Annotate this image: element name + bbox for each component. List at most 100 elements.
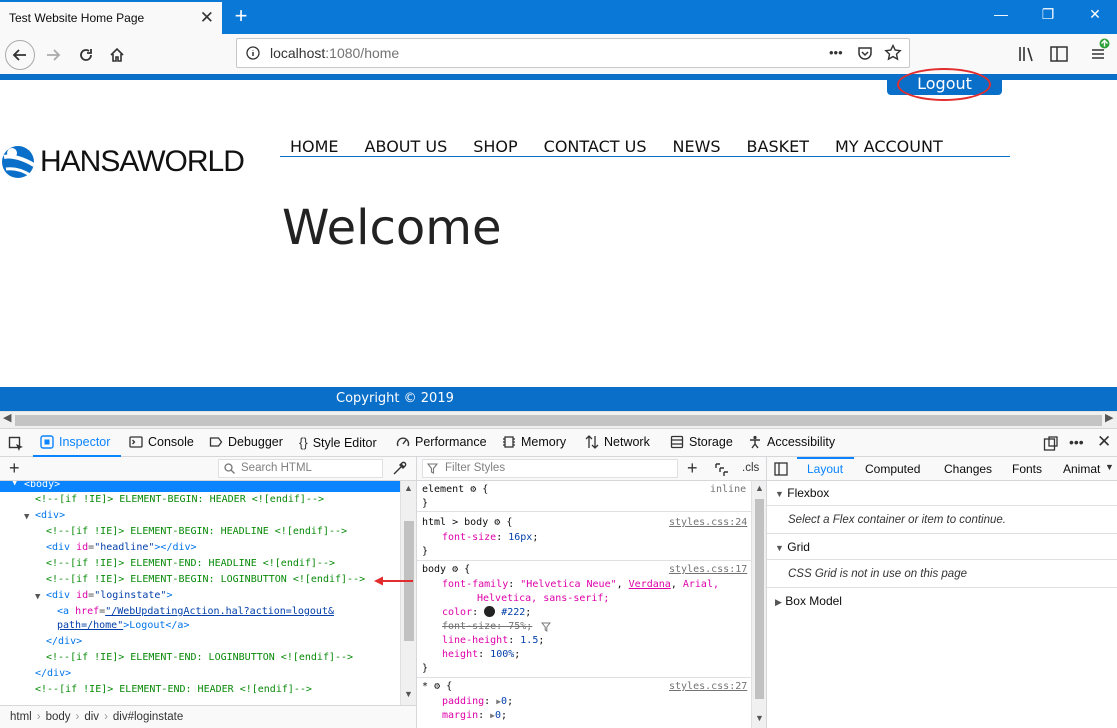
collapse-triangle-icon[interactable]: ▼ [35, 592, 40, 602]
more-tabs-icon[interactable]: ▼ [1105, 462, 1114, 472]
forward-button[interactable] [38, 40, 68, 70]
menu-item-news[interactable]: NEWS [672, 137, 720, 156]
property-name[interactable]: margin [442, 710, 478, 721]
minimize-button[interactable]: — [986, 6, 1016, 22]
rules-scrollbar[interactable]: ▲ ▼ [751, 481, 766, 728]
url-bar[interactable]: localhost:1080/home ••• [236, 38, 910, 68]
property-value[interactable]: 0 [501, 696, 507, 707]
tab-console[interactable]: Console [129, 435, 194, 449]
markup-line[interactable]: path=/home">Logout</a> [57, 618, 189, 634]
menu-item-basket[interactable]: BASKET [747, 137, 809, 156]
tab-memory[interactable]: Memory [502, 435, 566, 449]
breadcrumb-item[interactable]: body [46, 711, 71, 723]
property-name[interactable]: font-size [442, 532, 496, 543]
gear-icon[interactable]: ⚙ [452, 564, 458, 575]
scroll-down-icon[interactable]: ▼ [755, 713, 764, 723]
scroll-up-icon[interactable]: ▲ [404, 483, 413, 493]
markup-line[interactable]: <!--[if !IE]> ELEMENT-BEGIN: HEADER <![e… [35, 492, 324, 508]
rule-source-link[interactable]: styles.css:24 [669, 516, 747, 530]
font-value-link[interactable]: Verdana [629, 579, 671, 590]
markup-line[interactable]: <!--[if !IE]> ELEMENT-BEGIN: LOGINBUTTON… [46, 572, 365, 588]
property-value[interactable]: Arial, [683, 579, 719, 590]
rule-selector[interactable]: element ⚙ { [422, 483, 488, 497]
markup-line[interactable]: </div> [35, 666, 71, 682]
rule-declaration[interactable]: padding: ▶0; [442, 695, 513, 709]
grid-header[interactable]: ▼ Grid [767, 535, 1117, 560]
markup-line[interactable]: <!--[if !IE]> ELEMENT-END: HEADER <![end… [35, 682, 312, 698]
property-name[interactable]: line-height [442, 635, 508, 646]
property-value[interactable]: "Helvetica Neue" [520, 579, 616, 590]
property-value[interactable]: Helvetica, sans-serif; [477, 592, 609, 606]
property-value[interactable]: #222 [501, 607, 525, 618]
property-value[interactable]: 1.5 [520, 635, 538, 646]
property-value[interactable]: 16px [508, 532, 532, 543]
restore-button[interactable]: ❐ [1033, 6, 1063, 23]
pocket-icon[interactable] [857, 45, 873, 61]
dock-toggle-icon[interactable] [1043, 436, 1059, 452]
rule-selector[interactable]: body ⚙ { [422, 563, 470, 577]
info-icon[interactable] [246, 46, 260, 60]
rule-selector[interactable]: html > body ⚙ { [422, 516, 512, 530]
sidebar-icon[interactable] [1050, 46, 1068, 62]
collapse-triangle-icon[interactable]: ▼ [12, 481, 17, 488]
tab-network[interactable]: Network [585, 435, 650, 449]
menu-item-shop[interactable]: SHOP [473, 137, 517, 156]
browser-tab[interactable]: Test Website Home Page ✕ [0, 2, 222, 34]
bookmark-star-icon[interactable] [884, 44, 902, 62]
property-name[interactable]: color [442, 607, 472, 618]
toggle-3pane-icon[interactable] [774, 462, 788, 476]
markup-line[interactable]: <div id="loginstate"> [46, 588, 172, 604]
rule-declaration[interactable]: font-size: 16px; [442, 531, 538, 545]
gear-icon[interactable]: ⚙ [494, 517, 500, 528]
window-close-button[interactable]: ✕ [1080, 6, 1110, 23]
box-model-header[interactable]: ▶ Box Model [767, 589, 1117, 614]
element-picker-icon[interactable] [8, 436, 24, 452]
filter-styles-input[interactable]: Filter Styles [422, 459, 678, 478]
new-tab-button[interactable]: + [228, 3, 254, 29]
markup-line[interactable]: <!--[if !IE]> ELEMENT-END: HEADLINE <![e… [46, 556, 335, 572]
page-actions-icon[interactable]: ••• [829, 45, 843, 60]
markup-line[interactable]: </div> [46, 634, 82, 650]
breadcrumb-item[interactable]: div#loginstate [113, 711, 183, 723]
tab-animations[interactable]: Animat [1063, 462, 1100, 476]
devtools-menu-icon[interactable]: ••• [1069, 434, 1084, 450]
selected-node-row[interactable]: ▼ <body> [0, 481, 400, 492]
filter-overridden-icon[interactable] [541, 622, 551, 632]
add-rule-icon[interactable]: + [687, 458, 698, 479]
horizontal-scrollbar[interactable]: ◀ ▶ [0, 411, 1117, 428]
tab-accessibility[interactable]: Accessibility [748, 435, 835, 449]
collapse-triangle-icon[interactable]: ▼ [24, 512, 29, 522]
markup-line[interactable]: <div id="headline"></div> [46, 540, 197, 556]
property-name[interactable]: height [442, 649, 478, 660]
rule-declaration[interactable]: font-family: "Helvetica Neue", Verdana, … [442, 578, 719, 592]
tab-fonts[interactable]: Fonts [1012, 462, 1042, 476]
library-icon[interactable] [1018, 46, 1036, 62]
tab-inspector[interactable]: Inspector [40, 435, 110, 449]
tab-computed[interactable]: Computed [865, 462, 920, 476]
eyedropper-icon[interactable] [392, 461, 407, 476]
horizontal-scroll-thumb[interactable] [15, 415, 1102, 426]
home-button[interactable] [102, 40, 132, 70]
menu-item-home[interactable]: HOME [290, 137, 339, 156]
gear-icon[interactable]: ⚙ [470, 484, 476, 495]
menu-item-my-account[interactable]: MY ACCOUNT [835, 137, 943, 156]
scroll-right-icon[interactable]: ▶ [1105, 411, 1113, 424]
breadcrumb-item[interactable]: html [10, 711, 32, 723]
scroll-up-icon[interactable]: ▲ [755, 483, 764, 493]
scroll-down-icon[interactable]: ▼ [404, 689, 413, 699]
markup-line[interactable]: <div> [35, 508, 65, 524]
markup-scrollbar[interactable]: ▲ ▼ [400, 481, 416, 705]
markup-line[interactable]: <!--[if !IE]> ELEMENT-BEGIN: HEADLINE <!… [46, 524, 347, 540]
property-name[interactable]: padding [442, 696, 484, 707]
attr-value-link[interactable]: "/WebUpdatingAction.hal?action=logout& [105, 606, 334, 617]
property-value[interactable]: 100% [490, 649, 514, 660]
markup-line[interactable]: <!--[if !IE]> ELEMENT-END: LOGINBUTTON <… [46, 650, 353, 666]
rule-selector[interactable]: * ⚙ { [422, 680, 452, 694]
tab-debugger[interactable]: Debugger [209, 435, 283, 449]
tab-style-editor[interactable]: {} Style Editor [299, 435, 377, 450]
hansaworld-logo[interactable]: HANSAWORLD [0, 143, 245, 181]
property-value[interactable]: 0 [495, 710, 501, 721]
rule-declaration[interactable]: margin: ▶0; [442, 709, 507, 723]
rule-source-link[interactable]: styles.css:27 [669, 680, 747, 694]
devtools-close-icon[interactable]: ✕ [1097, 432, 1111, 452]
